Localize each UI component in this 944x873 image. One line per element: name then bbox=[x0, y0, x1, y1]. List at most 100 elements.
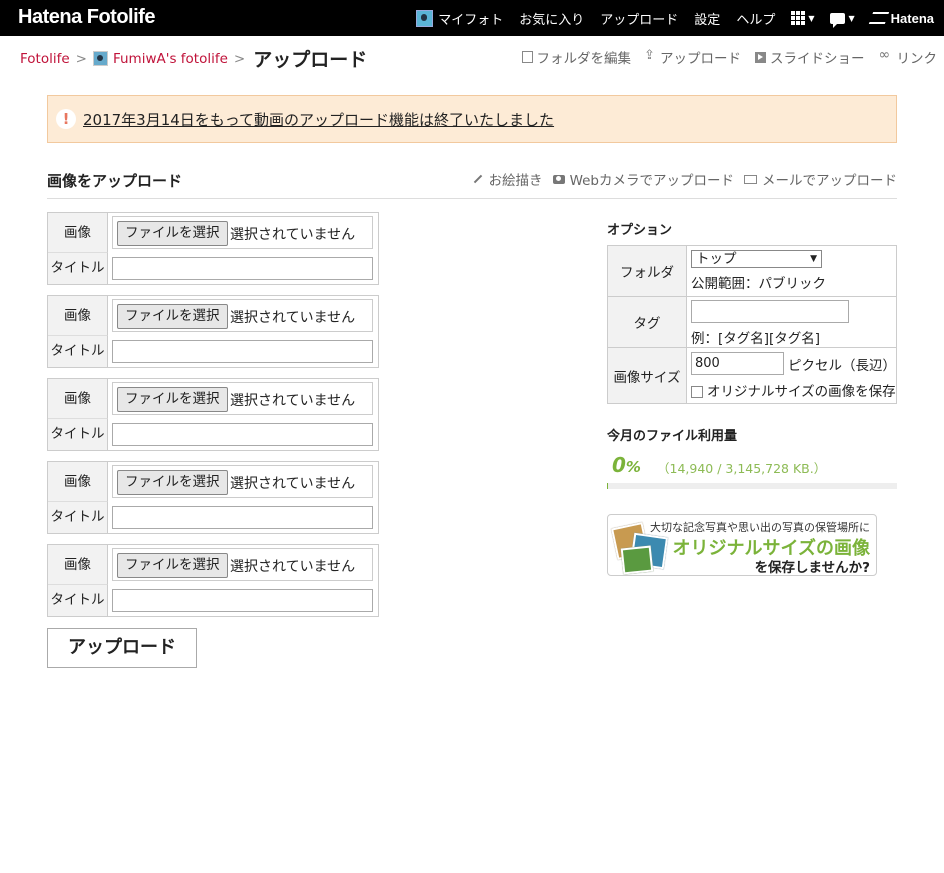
pen-icon bbox=[473, 174, 482, 184]
usage-bar-fill bbox=[607, 483, 609, 489]
file-status: 選択されていません bbox=[230, 476, 356, 492]
link-link[interactable]: リンク bbox=[879, 47, 938, 67]
upload-methods: お絵描き Webカメラでアップロード メールでアップロード bbox=[463, 169, 897, 189]
image-label: 画像 bbox=[48, 545, 108, 585]
title-input[interactable] bbox=[112, 589, 373, 612]
toolbar-links: フォルダを編集 アップロード スライドショー リンク bbox=[508, 47, 938, 67]
file-status: 選択されていません bbox=[230, 227, 356, 243]
page-title: アップロード bbox=[253, 49, 368, 71]
choose-file-button[interactable]: ファイルを選択 bbox=[117, 470, 228, 495]
tag-example: 例：[タグ名][タグ名] bbox=[691, 331, 821, 347]
upload-icon bbox=[644, 48, 656, 63]
title-input[interactable] bbox=[112, 257, 373, 280]
nav-my-photo[interactable]: マイフォト bbox=[416, 9, 503, 28]
upload-slot: 画像 タイトル ファイルを選択 選択されていません bbox=[47, 461, 379, 534]
tag-label: タグ bbox=[608, 297, 687, 347]
choose-file-button[interactable]: ファイルを選択 bbox=[117, 553, 228, 578]
options-table: フォルダ トップ ▼ 公開範囲：パブリック タグ 例：[タグ名][タグ名] 画像サ… bbox=[607, 245, 897, 404]
user-avatar-icon bbox=[92, 51, 108, 66]
banner-line1: 大切な記念写真や思い出の写真の保管場所に bbox=[650, 521, 870, 534]
file-status: 選択されていません bbox=[230, 310, 356, 326]
upload-link[interactable]: アップロード bbox=[644, 47, 741, 67]
title-label: タイトル bbox=[48, 336, 108, 367]
image-size-unit: ピクセル（長辺） bbox=[788, 358, 896, 374]
file-input: ファイルを選択 選択されていません bbox=[112, 382, 373, 415]
breadcrumb-separator: > bbox=[233, 50, 246, 67]
upload-slot: 画像 タイトル ファイルを選択 選択されていません bbox=[47, 295, 379, 368]
choose-file-button[interactable]: ファイルを選択 bbox=[117, 304, 228, 329]
notifications-button[interactable]: ▼ bbox=[830, 12, 855, 28]
play-icon bbox=[755, 51, 766, 63]
upload-slot: 画像 タイトル ファイルを選択 選択されていません bbox=[47, 544, 379, 617]
file-input: ファイルを選択 選択されていません bbox=[112, 465, 373, 498]
image-label: 画像 bbox=[48, 213, 108, 253]
hatena-brand-link[interactable]: Hatena bbox=[868, 11, 934, 26]
mail-icon bbox=[744, 174, 757, 184]
title-label: タイトル bbox=[48, 585, 108, 616]
speech-bubble-icon bbox=[830, 12, 846, 28]
nav-favorites[interactable]: お気に入り bbox=[519, 9, 584, 28]
folder-label: フォルダ bbox=[608, 246, 687, 296]
image-size-input[interactable]: 800 bbox=[691, 352, 784, 375]
folder-row: フォルダ トップ ▼ 公開範囲：パブリック bbox=[608, 246, 896, 297]
nav-help[interactable]: ヘルプ bbox=[736, 9, 775, 28]
image-label: 画像 bbox=[48, 379, 108, 419]
nav-upload[interactable]: アップロード bbox=[600, 9, 678, 28]
breadcrumb: Fotolife > FumiwA's fotolife > アップロード bbox=[20, 45, 367, 72]
link-icon bbox=[879, 47, 893, 63]
chevron-down-icon: ▼ bbox=[808, 13, 815, 23]
tag-input[interactable] bbox=[691, 300, 849, 323]
title-input[interactable] bbox=[112, 340, 373, 363]
folder-select[interactable]: トップ ▼ bbox=[691, 250, 822, 268]
file-input: ファイルを選択 選択されていません bbox=[112, 216, 373, 249]
file-input: ファイルを選択 選択されていません bbox=[112, 299, 373, 332]
usage-bar bbox=[607, 483, 897, 489]
notice-link[interactable]: 2017年3月14日をもって動画のアップロード機能は終了いたしました bbox=[83, 109, 554, 130]
title-label: タイトル bbox=[48, 253, 108, 284]
photo-thumbnail bbox=[620, 545, 654, 575]
top-bar: Hatena Fotolife マイフォト お気に入り アップロード 設定 ヘル… bbox=[0, 0, 944, 36]
keep-original-checkbox[interactable] bbox=[691, 386, 703, 398]
title-input[interactable] bbox=[112, 423, 373, 446]
services-menu-button[interactable]: ▼ bbox=[791, 11, 814, 25]
hatena-fotolife-logo[interactable]: Hatena Fotolife bbox=[18, 6, 155, 29]
draw-link[interactable]: お絵描き bbox=[473, 169, 543, 189]
image-size-row: 画像サイズ 800 ピクセル（長辺） オリジナルサイズの画像を保存 bbox=[608, 348, 896, 403]
banner-line3: を保存しませんか? bbox=[754, 560, 870, 576]
edit-folder-link[interactable]: フォルダを編集 bbox=[521, 47, 631, 67]
tag-row: タグ 例：[タグ名][タグ名] bbox=[608, 297, 896, 348]
list-icon bbox=[521, 51, 533, 63]
usage-heading: 今月のファイル利用量 bbox=[607, 429, 738, 444]
file-input: ファイルを選択 選択されていません bbox=[112, 548, 373, 581]
mail-upload-link[interactable]: メールでアップロード bbox=[744, 169, 897, 189]
choose-file-button[interactable]: ファイルを選択 bbox=[117, 387, 228, 412]
exclamation-icon: ! bbox=[56, 109, 76, 129]
upload-section-header: 画像をアップロード お絵描き Webカメラでアップロード メールでアップロード bbox=[47, 165, 897, 199]
image-label: 画像 bbox=[48, 462, 108, 502]
options-heading: オプション bbox=[607, 223, 673, 238]
image-size-label: 画像サイズ bbox=[608, 348, 687, 403]
choose-file-button[interactable]: ファイルを選択 bbox=[117, 221, 228, 246]
chevron-down-icon: ▼ bbox=[848, 13, 855, 23]
usage-detail: （14,940 / 3,145,728 KB.） bbox=[657, 461, 827, 476]
slideshow-link[interactable]: スライドショー bbox=[755, 47, 865, 67]
grid-icon bbox=[791, 11, 806, 25]
title-label: タイトル bbox=[48, 502, 108, 533]
breadcrumb-separator: > bbox=[75, 50, 87, 67]
image-label: 画像 bbox=[48, 296, 108, 336]
title-input[interactable] bbox=[112, 506, 373, 529]
user-avatar-icon bbox=[416, 9, 434, 27]
breadcrumb-fotolife[interactable]: Fotolife bbox=[20, 51, 70, 67]
nav-settings[interactable]: 設定 bbox=[694, 9, 720, 28]
camera-icon bbox=[552, 174, 565, 184]
upload-slot: 画像 タイトル ファイルを選択 選択されていません bbox=[47, 378, 379, 451]
usage-percent: 0% bbox=[612, 453, 641, 477]
file-status: 選択されていません bbox=[230, 393, 356, 409]
webcam-upload-link[interactable]: Webカメラでアップロード bbox=[552, 169, 734, 189]
upload-submit-button[interactable]: アップロード bbox=[47, 628, 197, 668]
notice-banner: ! 2017年3月14日をもって動画のアップロード機能は終了いたしました bbox=[47, 95, 897, 143]
original-size-banner[interactable]: 大切な記念写真や思い出の写真の保管場所に オリジナルサイズの画像 を保存しません… bbox=[607, 514, 877, 576]
visibility-text: 公開範囲：パブリック bbox=[691, 276, 826, 292]
breadcrumb-user[interactable]: FumiwA's fotolife bbox=[113, 51, 228, 67]
file-status: 選択されていません bbox=[230, 559, 356, 575]
